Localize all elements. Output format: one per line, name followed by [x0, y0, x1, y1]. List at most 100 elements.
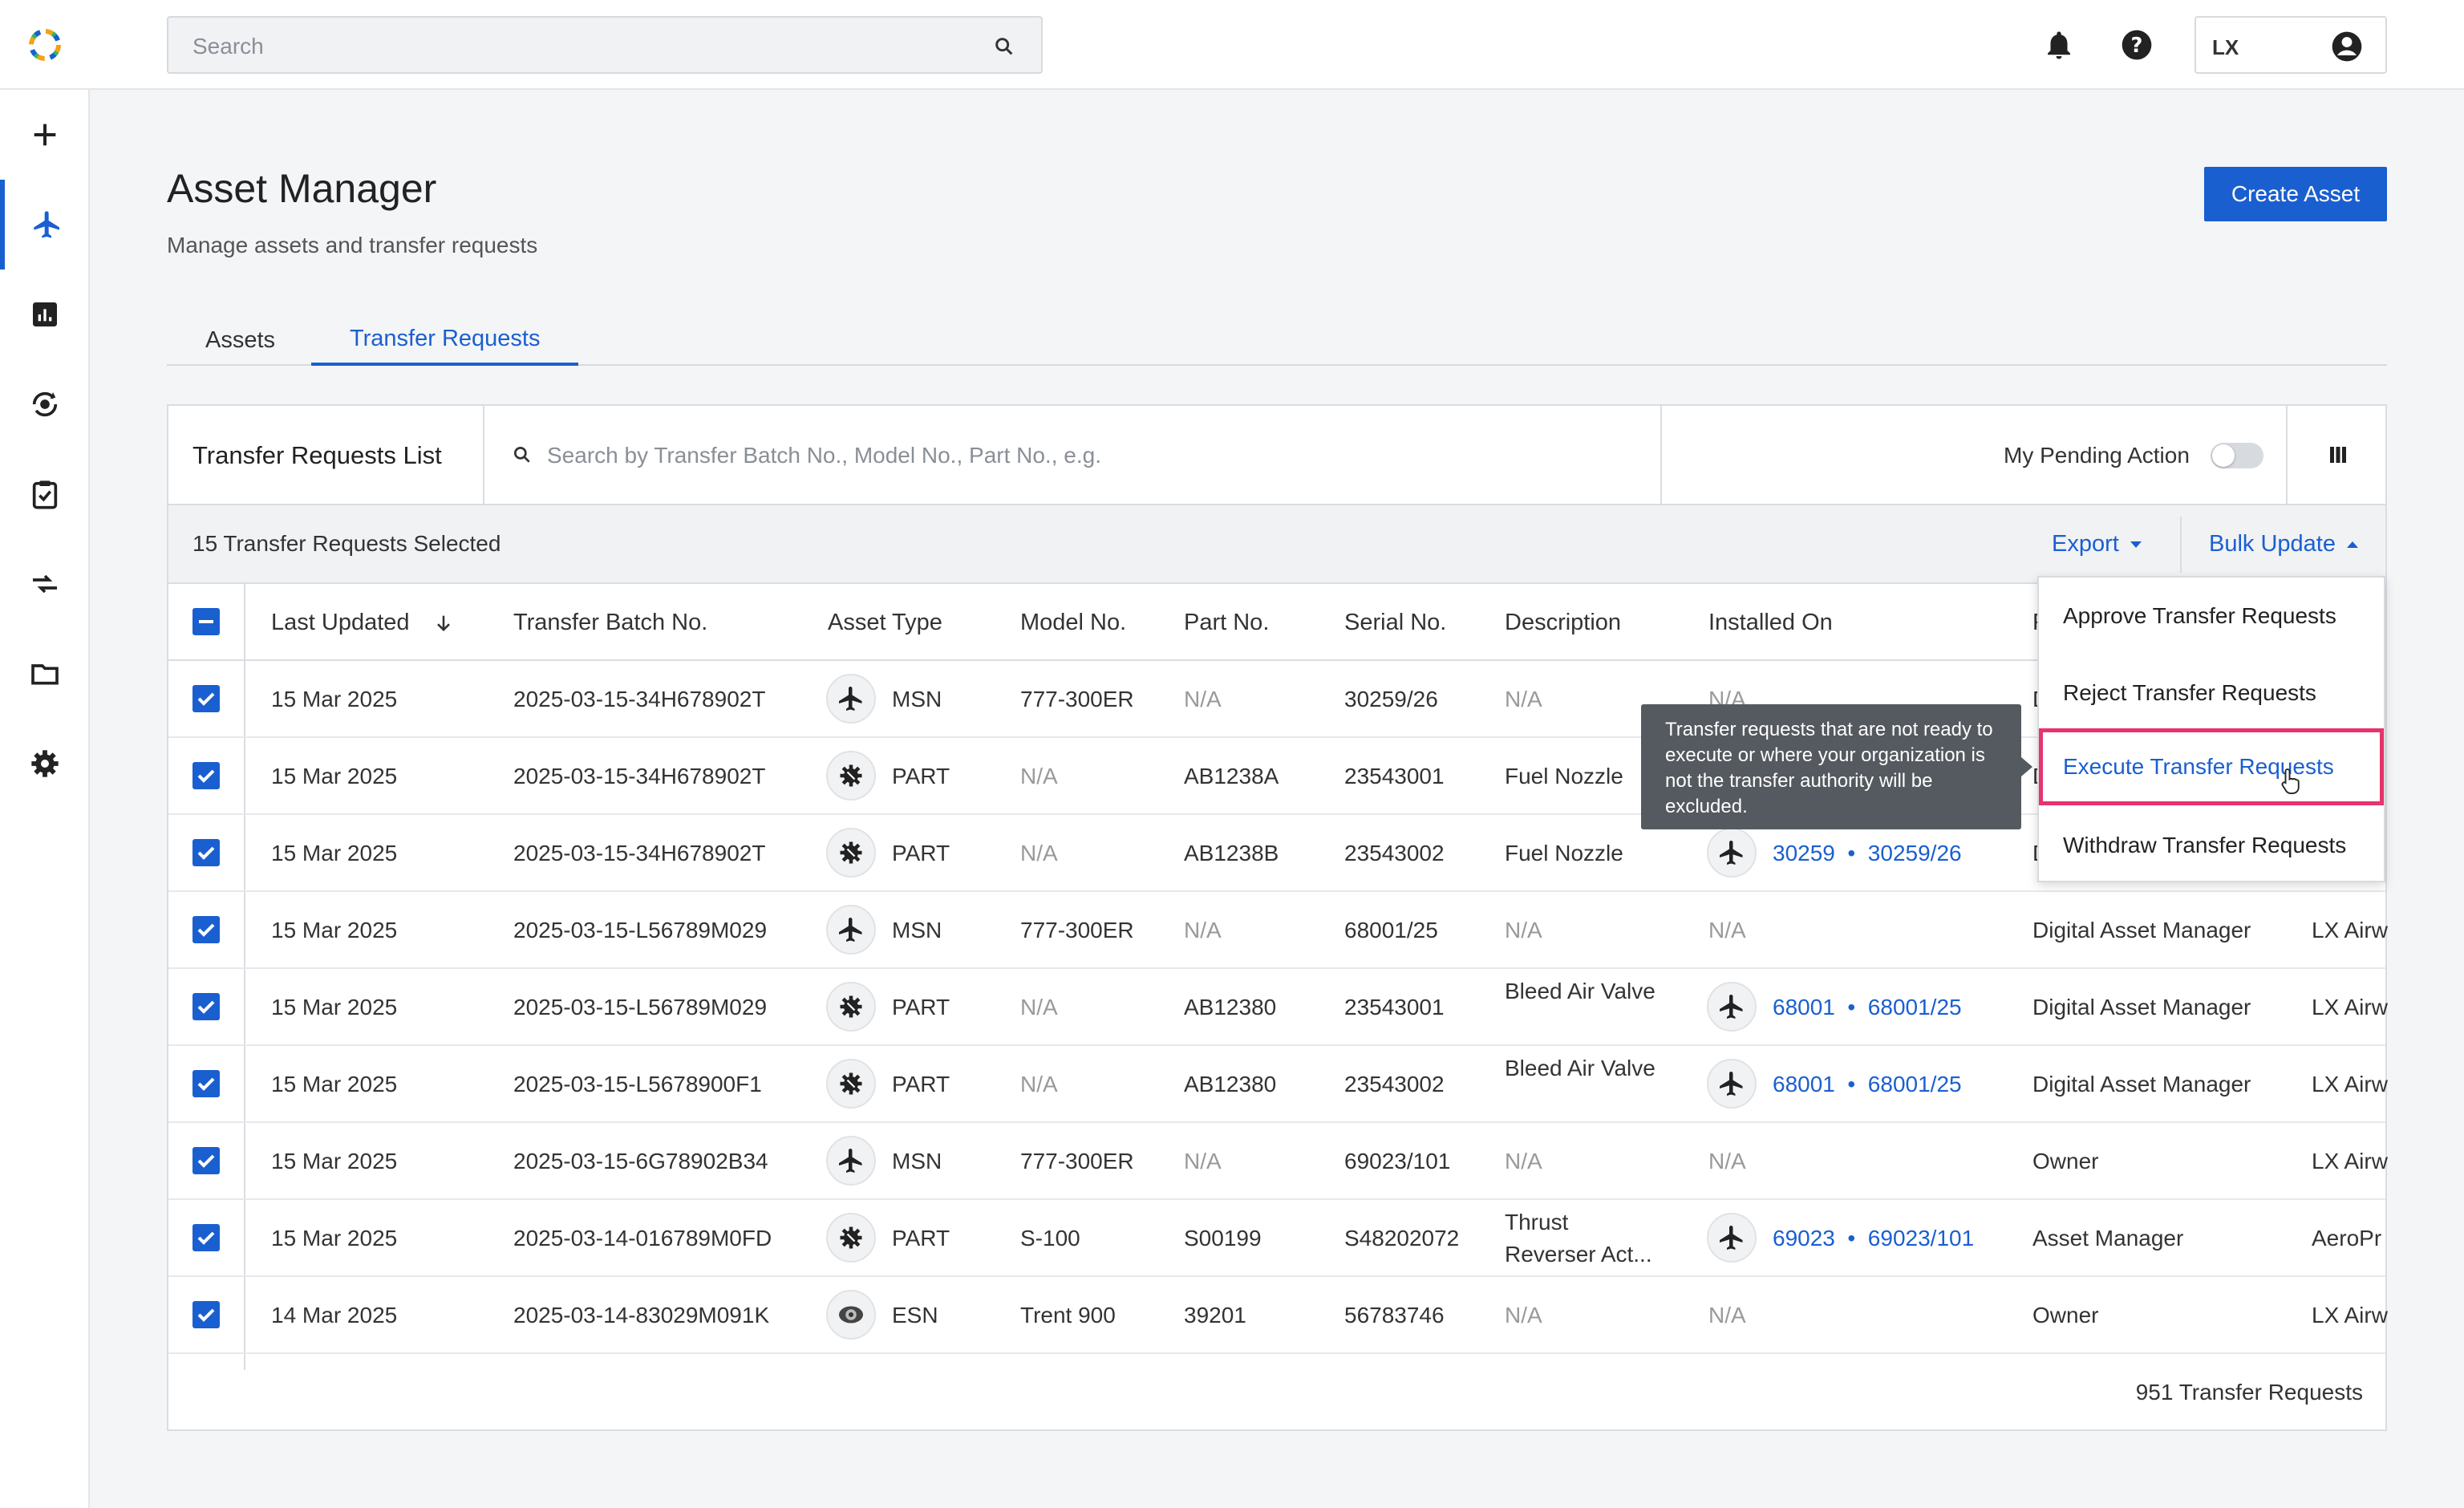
installed-on-serial[interactable]: 68001/25	[1868, 995, 1962, 1020]
pending-action-toggle[interactable]	[2211, 443, 2263, 468]
table-search-input[interactable]: Search by Transfer Batch No., Model No.,…	[547, 443, 1101, 468]
row-checkbox[interactable]	[192, 1070, 220, 1097]
user-avatar-icon	[2332, 31, 2362, 62]
user-menu-button[interactable]: LX	[2194, 16, 2387, 74]
col-model-no[interactable]: Model No.	[1020, 610, 1126, 636]
cell-model-no: 777-300ER	[1020, 918, 1134, 942]
selection-bar: 15 Transfer Requests Selected Export Bul…	[168, 505, 2385, 584]
create-asset-button[interactable]: Create Asset	[2204, 167, 2387, 221]
bulk-update-dropdown[interactable]: Bulk Update	[2209, 531, 2358, 557]
sidebar-item-tasks[interactable]	[0, 449, 90, 539]
cell-model-no: 777-300ER	[1020, 1149, 1134, 1174]
installed-on-link[interactable]: 68001 • 68001/25	[1773, 1068, 1962, 1101]
tab-assets[interactable]: Assets	[167, 314, 314, 366]
columns-settings-icon[interactable]	[2326, 443, 2350, 467]
row-checkbox[interactable]	[192, 685, 220, 712]
cell-batch-no: 2025-03-15-34H678902T	[513, 687, 766, 711]
cell-serial-no: S48202072	[1344, 1226, 1460, 1251]
col-installed-on[interactable]: Installed On	[1708, 610, 1833, 636]
tab-transfer-requests[interactable]: Transfer Requests	[311, 314, 579, 366]
installed-on-msn[interactable]: 68001	[1773, 1072, 1835, 1097]
cell-asset-type: MSN	[892, 1149, 942, 1174]
col-batch-no[interactable]: Transfer Batch No.	[513, 610, 707, 636]
col-asset-type[interactable]: Asset Type	[828, 610, 942, 636]
hand-cursor-icon	[2281, 768, 2300, 794]
sidebar-item-assets[interactable]	[0, 180, 90, 270]
table-row[interactable]: 15 Mar 2025 2025-03-15-6G78902B34 MSN 777-3…	[168, 1123, 2388, 1200]
airplane-icon	[1720, 995, 1743, 1019]
page-title: Asset Manager	[167, 166, 437, 211]
panel-header: Transfer Requests List Search by Transfe…	[168, 406, 2385, 505]
menu-approve[interactable]: Approve Transfer Requests	[2039, 578, 2384, 655]
chart-icon	[33, 302, 57, 326]
cell-part-no: 39201	[1184, 1303, 1246, 1328]
cell-organization: LX Airw	[2312, 1303, 2388, 1328]
search-icon[interactable]	[993, 35, 1015, 58]
table-row[interactable]: 15 Mar 2025 2025-03-15-L5678900F1 PART N/A A…	[168, 1046, 2388, 1123]
cell-serial-no: 23543002	[1344, 841, 1445, 865]
airplane-icon	[839, 918, 862, 942]
cell-batch-no: 2025-03-15-6G78902B34	[513, 1149, 768, 1174]
sidebar-item-transfers[interactable]	[0, 359, 90, 449]
cell-organization: AeroPr	[2312, 1226, 2382, 1251]
cell-description: N/A	[1505, 1303, 1542, 1328]
help-icon[interactable]: ?	[2119, 27, 2154, 63]
table-search-icon	[513, 446, 530, 463]
cell-asset-type: PART	[892, 1072, 950, 1097]
cell-organization: LX Airw	[2312, 918, 2388, 942]
installed-on-msn[interactable]: 68001	[1773, 995, 1835, 1020]
row-checkbox[interactable]	[192, 1301, 220, 1328]
sidebar-item-create[interactable]	[0, 90, 90, 180]
row-checkbox[interactable]	[192, 762, 220, 789]
menu-reject[interactable]: Reject Transfer Requests	[2039, 655, 2384, 732]
engine-icon	[839, 1306, 863, 1324]
sidebar-item-exchange[interactable]	[0, 539, 90, 629]
installed-on-link[interactable]: 30259 • 30259/26	[1773, 837, 1962, 870]
installed-on-serial[interactable]: 69023/101	[1868, 1226, 1974, 1251]
col-description[interactable]: Description	[1505, 610, 1621, 636]
app-logo-icon[interactable]	[24, 26, 66, 64]
cell-part-no: N/A	[1184, 1149, 1222, 1174]
row-checkbox[interactable]	[192, 1224, 220, 1251]
menu-execute[interactable]: Execute Transfer Requests	[2039, 728, 2384, 805]
table-row[interactable]: 14 Mar 2025 2025-03-14-83029M091K ESN Trent…	[168, 1277, 2388, 1354]
col-last-updated[interactable]: Last Updated	[271, 610, 455, 636]
sidebar-item-reports[interactable]	[0, 270, 90, 359]
row-checkbox[interactable]	[192, 916, 220, 943]
installed-on-link[interactable]: 69023 • 69023/101	[1773, 1222, 1974, 1255]
cell-serial-no: 23543001	[1344, 764, 1445, 788]
sidebar-item-settings[interactable]	[0, 719, 90, 809]
export-dropdown[interactable]: Export	[2052, 531, 2142, 557]
row-checkbox[interactable]	[192, 839, 220, 866]
execute-tooltip: Transfer requests that are not ready to …	[1641, 704, 2032, 829]
installed-on-link[interactable]: 68001 • 68001/25	[1773, 991, 1962, 1024]
cell-part-no: S00199	[1184, 1226, 1262, 1251]
select-all-checkbox[interactable]	[192, 608, 220, 635]
sort-down-arrow-icon[interactable]	[432, 612, 455, 634]
installed-on-msn[interactable]: 69023	[1773, 1226, 1835, 1251]
cell-last-updated: 15 Mar 2025	[271, 918, 398, 942]
table-row[interactable]: 15 Mar 2025 2025-03-14-016789M0FD PART S-10…	[168, 1200, 2385, 1277]
cell-last-updated: 15 Mar 2025	[271, 1226, 398, 1251]
table-row[interactable]: 15 Mar 2025 2025-03-15-L56789M029 PART N/A A…	[168, 969, 2388, 1046]
menu-withdraw[interactable]: Withdraw Transfer Requests	[2039, 807, 2384, 884]
col-serial-no[interactable]: Serial No.	[1344, 610, 1446, 636]
col-part-no[interactable]: Part No.	[1184, 610, 1269, 636]
cell-role: Owner	[2032, 1149, 2099, 1174]
row-checkbox[interactable]	[192, 993, 220, 1020]
sidebar-item-documents[interactable]	[0, 629, 90, 719]
installed-on-msn[interactable]: 30259	[1773, 841, 1835, 865]
check-icon	[197, 1000, 215, 1014]
header-divider	[1660, 406, 1662, 505]
part-gear-icon	[840, 841, 862, 864]
selbar-divider	[2180, 517, 2182, 573]
installed-on-serial[interactable]: 68001/25	[1868, 1072, 1962, 1097]
table-row[interactable]: 15 Mar 2025 2025-03-15-L56789M029 MSN 777-3…	[168, 892, 2388, 969]
installed-on-serial[interactable]: 30259/26	[1868, 841, 1962, 865]
part-gear-icon	[840, 1072, 862, 1095]
notification-bell-icon[interactable]	[2042, 27, 2076, 63]
global-search-input[interactable]: Search	[167, 16, 1043, 74]
row-checkbox[interactable]	[192, 1147, 220, 1174]
check-icon	[197, 1231, 215, 1245]
swap-arrows-icon	[33, 574, 57, 594]
